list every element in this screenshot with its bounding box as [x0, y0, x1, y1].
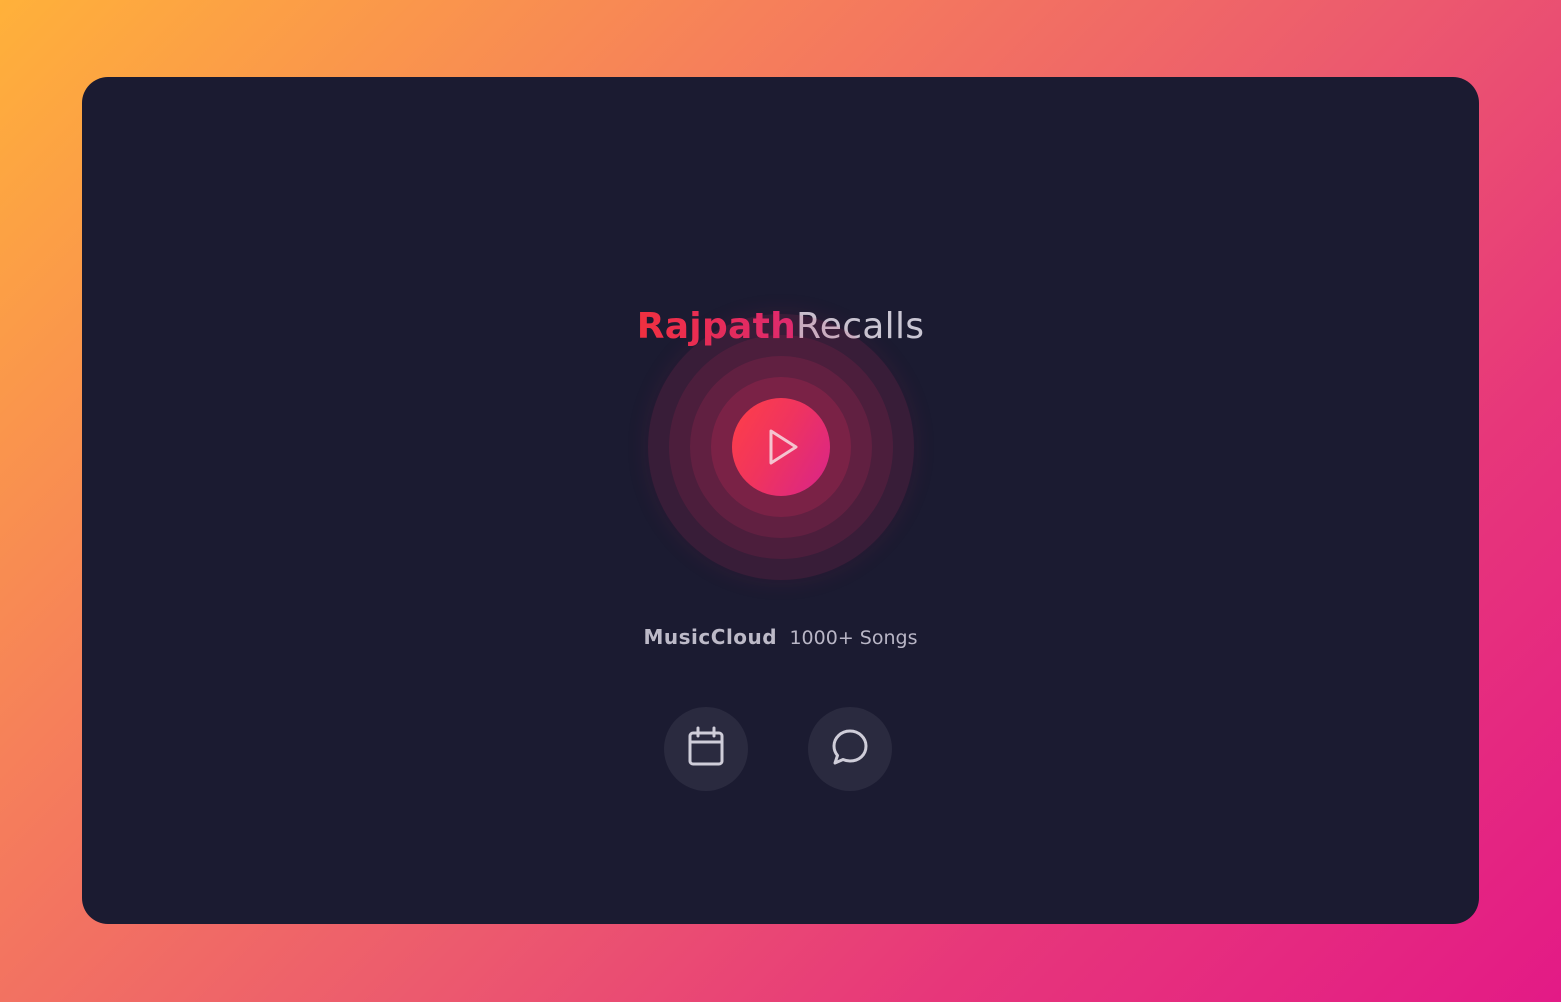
music-caption: MusicCloud 1000+ Songs [82, 623, 1479, 652]
chat-button[interactable] [808, 707, 892, 791]
play-button[interactable] [731, 398, 830, 496]
play-icon [762, 428, 800, 466]
caption-title: MusicCloud [643, 625, 778, 649]
chat-bubble-icon [830, 727, 870, 771]
calendar-icon [686, 726, 726, 772]
main-card: RajpathRecalls MusicCloud 1000+ Songs [82, 77, 1479, 924]
calendar-button[interactable] [664, 707, 748, 791]
caption-subtitle: 1000+ Songs [789, 627, 918, 649]
